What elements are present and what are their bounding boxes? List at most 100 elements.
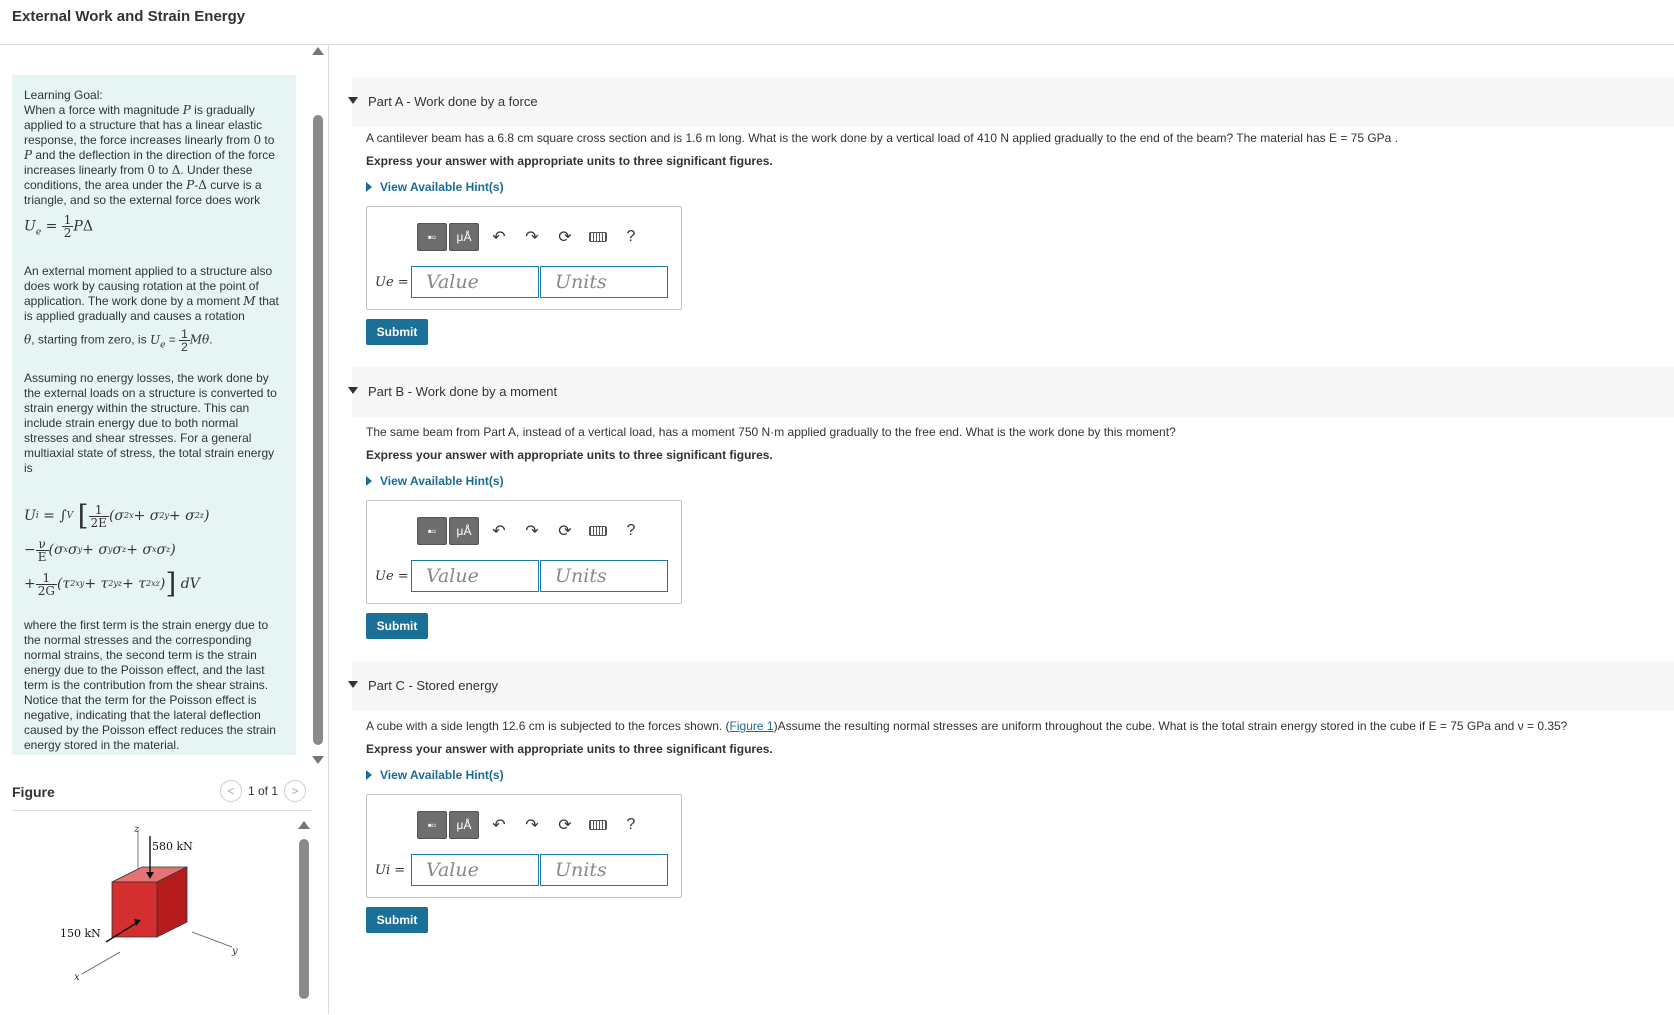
help-button[interactable]: ? [616,517,646,545]
redo-button[interactable]: ↷ [517,223,547,251]
answer-row: Ui = Value Units [375,854,668,886]
redo-icon: ↷ [525,817,539,834]
part-c-hint-toggle[interactable]: View Available Hint(s) [366,768,504,782]
reset-icon: ⟳ [558,229,572,246]
part-a-header[interactable]: Part A - Work done by a force [348,77,1674,127]
templates-button[interactable]: ▪▫ [417,223,447,251]
scroll-thumb[interactable] [299,839,309,999]
learning-goal-heading: Learning Goal: [24,88,103,102]
redo-icon: ↷ [525,229,539,246]
undo-button[interactable]: ↶ [484,811,514,839]
part-b-answer-box: ▪▫ μÅ ↶ ↷ ⟳ ? Ue = Value Units [366,500,682,604]
answer-variable-label: Ue = [375,274,409,290]
learning-goal-paragraph-4: where the first term is the strain energ… [24,618,276,753]
keyboard-button[interactable] [583,811,613,839]
micro-angstrom-icon: μÅ [456,524,472,538]
learning-goal-paragraph-3: Assuming no energy losses, the work done… [24,371,277,476]
templates-button[interactable]: ▪▫ [417,517,447,545]
value-input[interactable]: Value [411,266,539,298]
help-icon: ? [626,816,636,833]
undo-button[interactable]: ↶ [484,223,514,251]
work-force-equation: Ue = 1 2 PΔ [24,213,93,240]
collapse-triangle-icon[interactable] [348,387,358,394]
figure-1-link[interactable]: Figure 1 [730,719,774,733]
part-b-header[interactable]: Part B - Work done by a moment [348,367,1674,417]
undo-icon: ↶ [492,523,506,540]
math-toolbar: ▪▫ μÅ ↶ ↷ ⟳ ? [417,517,646,545]
next-figure-button[interactable]: > [284,780,307,802]
template-icon: ▪▫ [427,230,437,244]
previous-figure-button[interactable]: < [220,780,242,802]
part-b-question: The same beam from Part A, instead of a … [366,425,1176,439]
part-a-submit-button[interactable]: Submit [366,319,428,345]
figure-header: Figure < 1 of 1 > [12,780,312,811]
templates-button[interactable]: ▪▫ [417,811,447,839]
figure-1-cube-diagram: z y x 580 kN 150 kN [12,822,292,1002]
hint-label: View Available Hint(s) [380,474,504,488]
units-input[interactable]: Units [540,854,668,886]
micro-angstrom-icon: μÅ [456,818,472,832]
value-input[interactable]: Value [411,560,539,592]
caret-right-icon [366,476,372,486]
answer-variable-label: Ue = [375,568,409,584]
page-header: External Work and Strain Energy [0,0,1674,45]
cube-figure-svg: z y x 580 kN 150 kN [60,824,238,983]
part-c-label: Part C [368,678,405,693]
reset-button[interactable]: ⟳ [550,223,580,251]
math-toolbar: ▪▫ μÅ ↶ ↷ ⟳ ? [417,223,646,251]
learning-goal-box[interactable]: Learning Goal: When a force with magnitu… [12,75,296,755]
help-button[interactable]: ? [616,223,646,251]
units-button[interactable]: μÅ [449,811,479,839]
horizontal-load-label: 150 kN [60,927,101,940]
y-axis-line [191,931,233,948]
part-a-question: A cantilever beam has a 6.8 cm square cr… [366,131,1399,145]
keyboard-button[interactable] [583,223,613,251]
redo-button[interactable]: ↷ [517,811,547,839]
part-c-question-end: )Assume the resulting normal stresses ar… [773,719,1568,733]
redo-button[interactable]: ↷ [517,517,547,545]
answer-variable-label: Ui = [375,862,406,878]
keyboard-icon [589,820,607,830]
part-c-submit-button[interactable]: Submit [366,907,428,933]
collapse-triangle-icon[interactable] [348,681,358,688]
value-input[interactable]: Value [411,854,539,886]
scroll-up-icon[interactable] [298,821,310,829]
scroll-down-icon[interactable] [312,756,324,764]
learning-goal-scrollbar[interactable] [311,47,325,764]
part-b-submit-button[interactable]: Submit [366,613,428,639]
units-input[interactable]: Units [540,560,668,592]
reset-button[interactable]: ⟳ [550,517,580,545]
part-a-hint-toggle[interactable]: View Available Hint(s) [366,180,504,194]
learning-goal-paragraph-1: When a force with magnitude P is gradual… [24,103,275,207]
z-axis-label: z [133,824,140,835]
help-button[interactable]: ? [616,811,646,839]
vertical-load-label: 580 kN [152,840,193,853]
part-c-title: - Stored energy [404,678,499,693]
undo-button[interactable]: ↶ [484,517,514,545]
reset-icon: ⟳ [558,523,572,540]
keyboard-icon [589,232,607,242]
part-c-header[interactable]: Part C - Stored energy [348,661,1674,711]
units-input[interactable]: Units [540,266,668,298]
template-icon: ▪▫ [427,524,437,538]
answer-row: Ue = Value Units [375,560,668,592]
reset-button[interactable]: ⟳ [550,811,580,839]
answer-row: Ue = Value Units [375,266,668,298]
part-b-hint-toggle[interactable]: View Available Hint(s) [366,474,504,488]
units-button[interactable]: μÅ [449,517,479,545]
help-icon: ? [626,522,636,539]
part-b-title: - Work done by a moment [404,384,558,399]
micro-angstrom-icon: μÅ [456,230,472,244]
template-icon: ▪▫ [427,818,437,832]
scroll-up-icon[interactable] [312,47,324,55]
scroll-thumb[interactable] [313,115,323,745]
collapse-triangle-icon[interactable] [348,97,358,104]
caret-right-icon [366,182,372,192]
units-button[interactable]: μÅ [449,223,479,251]
chevron-right-icon: > [291,784,299,798]
figure-scrollbar[interactable] [297,821,311,1014]
figure-page-count: 1 of 1 [248,784,279,798]
hint-label: View Available Hint(s) [380,180,504,194]
keyboard-button[interactable] [583,517,613,545]
learning-goal-paragraph-2-end: θ, starting from zero, is Ue = 1 2 Mθ. [24,327,213,354]
